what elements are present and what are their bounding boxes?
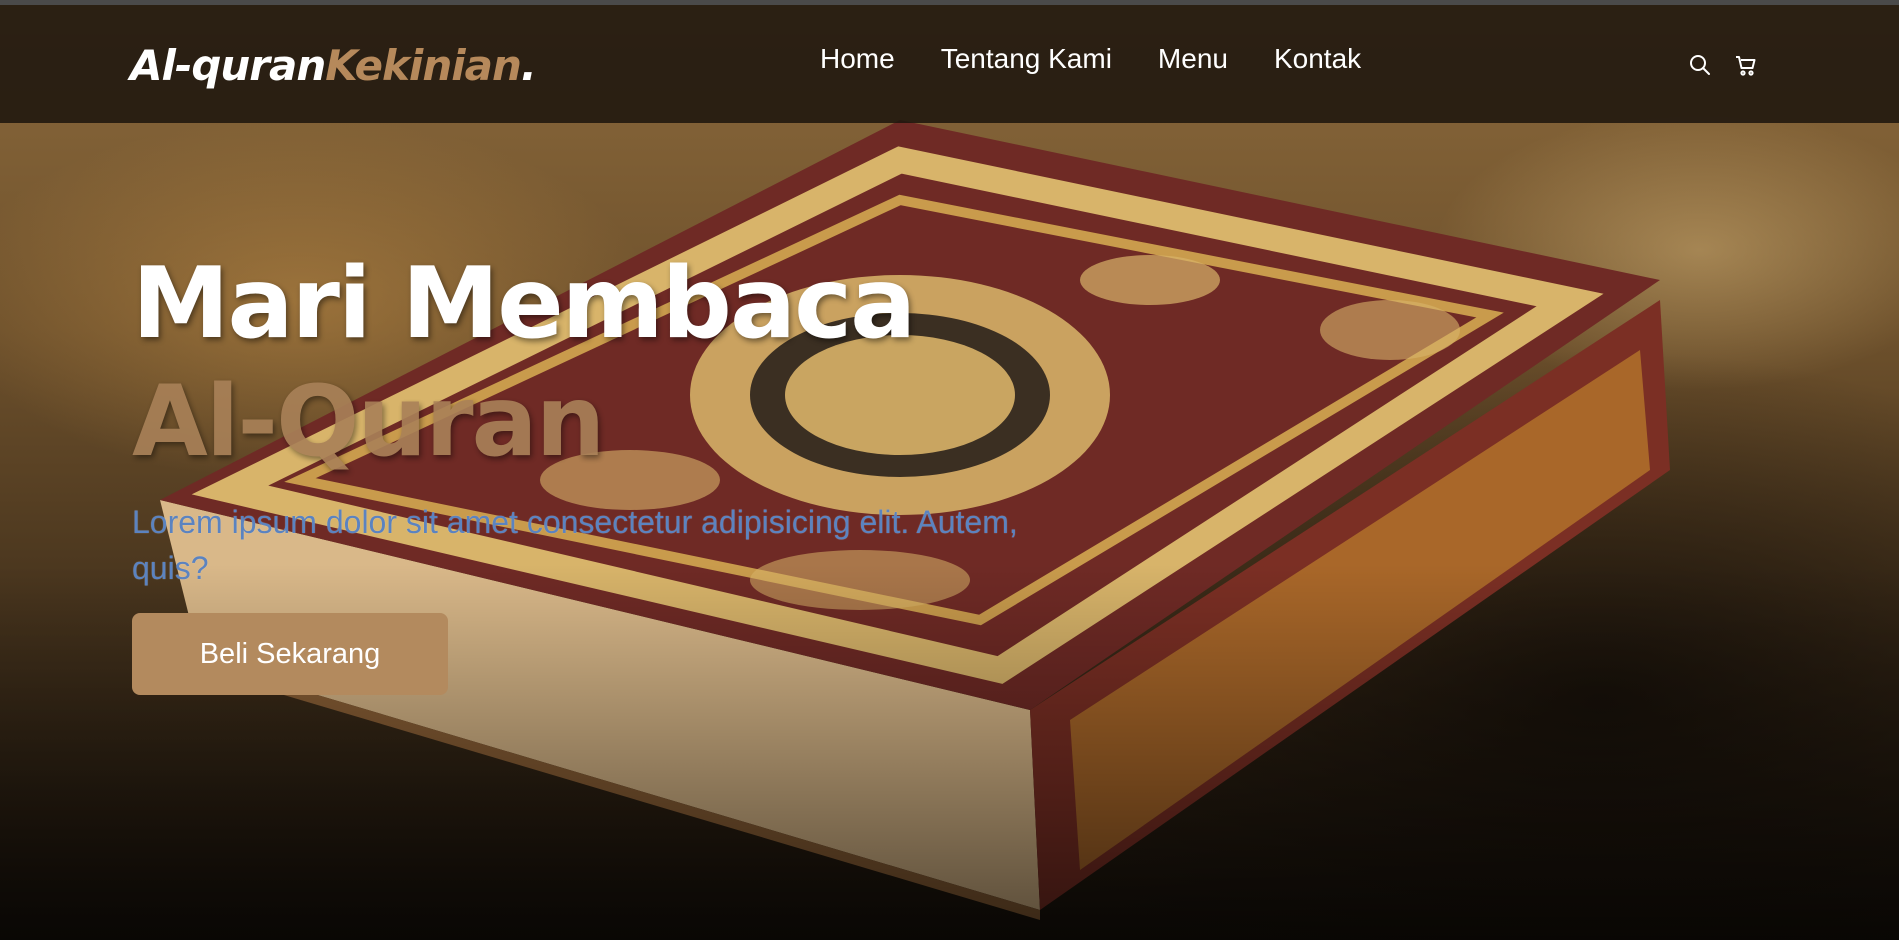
buy-now-button[interactable]: Beli Sekarang xyxy=(132,613,448,695)
nav-link-menu[interactable]: Menu xyxy=(1158,43,1228,75)
nav-link-tentang-kami[interactable]: Tentang Kami xyxy=(941,43,1112,75)
search-icon[interactable] xyxy=(1688,53,1712,77)
hero-title-line1: Mari Membaca xyxy=(132,247,916,361)
nav-link-kontak[interactable]: Kontak xyxy=(1274,43,1361,75)
nav-link-home[interactable]: Home xyxy=(820,43,895,75)
hero-title-line2: Al-Quran xyxy=(132,365,605,479)
cart-icon[interactable] xyxy=(1734,53,1758,77)
nav-links: Home Tentang Kami Menu Kontak xyxy=(820,43,1361,75)
brand-primary: Al-quran xyxy=(130,41,326,90)
brand-accent: Kekinian xyxy=(325,41,522,90)
hero-description: Lorem ipsum dolor sit amet consectetur a… xyxy=(132,504,1018,586)
hero-title: Mari Membaca Al-Quran xyxy=(132,245,1132,481)
nav-icons xyxy=(1688,53,1758,77)
hero-content: Mari Membaca Al-Quran Lorem ipsum dolor … xyxy=(132,245,1132,695)
brand-dot: . xyxy=(520,41,537,90)
navbar: Al-quranKekinian. Home Tentang Kami Menu… xyxy=(0,5,1899,123)
brand-logo[interactable]: Al-quranKekinian. xyxy=(130,41,537,90)
